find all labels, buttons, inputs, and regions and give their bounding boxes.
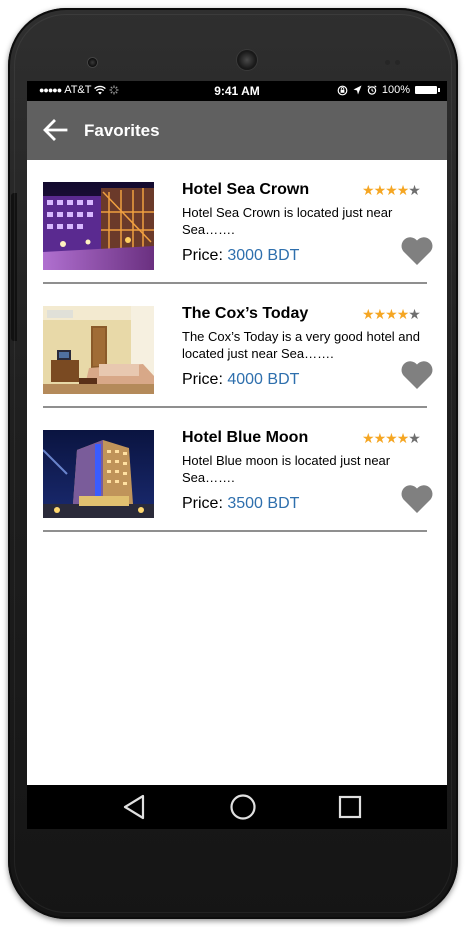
card-divider [43,530,427,532]
hotel-photo-blue-moon [43,430,154,518]
star-filled-icon: ★ [396,430,410,446]
price-label: Price: [182,371,223,388]
hotel-price: Price: 4000 BDT [182,371,299,389]
price-value: 3500 BDT [227,495,300,512]
back-triangle-icon[interactable] [119,793,149,821]
proximity-sensor [385,60,390,65]
screen: ●●●●● AT&T 9:41 AM 100% Favorites Hotel … [27,81,447,785]
status-right: 100% [337,84,440,96]
hotel-name[interactable]: Hotel Blue Moon [182,429,308,447]
star-filled-icon: ★ [362,306,375,322]
star-filled-icon: ★ [385,306,398,322]
home-circle-icon[interactable] [228,793,258,821]
star-empty-icon: ★ [408,430,421,446]
star-empty-icon: ★ [408,306,421,322]
star-filled-icon: ★ [373,306,387,322]
rating-stars: ★★★★★ [362,306,421,323]
star-filled-icon: ★ [396,182,410,198]
star-filled-icon: ★ [373,430,387,446]
hotel-name[interactable]: The Cox’s Today [182,305,308,323]
hotel-description: Hotel Blue moon is located just near Sea… [182,453,391,485]
rotation-lock-icon [337,85,348,95]
heart-icon[interactable] [400,482,434,514]
star-filled-icon: ★ [385,430,398,446]
hotel-description: Hotel Sea Crown is located just near Sea… [182,205,393,237]
battery-percent: 100% [381,84,410,96]
arrow-left-icon[interactable] [42,118,68,142]
heart-icon[interactable] [400,234,434,266]
light-sensor [395,60,400,65]
alarm-clock-icon [367,85,377,95]
hotel-card-coxs-today[interactable]: The Cox’s Today ★★★★★ The Cox’s Today is… [43,284,433,408]
status-bar: ●●●●● AT&T 9:41 AM 100% [27,81,447,101]
rating-stars: ★★★★★ [362,182,421,199]
app-bar: Favorites [27,101,447,160]
front-camera [88,58,97,67]
hotel-description: The Cox’s Today is a very good hotel and… [182,329,420,361]
side-button [11,193,17,341]
star-filled-icon: ★ [362,430,375,446]
heart-icon[interactable] [400,358,434,390]
hotel-name[interactable]: Hotel Sea Crown [182,181,309,199]
star-filled-icon: ★ [373,182,387,198]
price-label: Price: [182,495,223,512]
star-filled-icon: ★ [362,182,375,198]
hotel-card-blue-moon[interactable]: Hotel Blue Moon ★★★★★ Hotel Blue moon is… [43,408,433,532]
earpiece-speaker [237,50,257,70]
price-value: 4000 BDT [227,371,300,388]
star-empty-icon: ★ [408,182,421,198]
star-filled-icon: ★ [385,182,398,198]
hotel-photo-sea-crown [43,182,154,270]
hotel-card-sea-crown[interactable]: Hotel Sea Crown ★★★★★ Hotel Sea Crown is… [43,160,433,284]
hotel-price: Price: 3500 BDT [182,495,299,513]
rating-stars: ★★★★★ [362,430,421,447]
hotel-photo-coxs-today [43,306,154,394]
system-nav-bar [27,785,447,829]
page-title: Favorites [84,121,160,140]
recents-square-icon[interactable] [335,793,365,821]
battery-icon [415,86,440,94]
price-value: 3000 BDT [227,247,300,264]
price-label: Price: [182,247,223,264]
location-arrow-icon [353,85,362,95]
hotel-price: Price: 3000 BDT [182,247,299,265]
star-filled-icon: ★ [396,306,410,322]
